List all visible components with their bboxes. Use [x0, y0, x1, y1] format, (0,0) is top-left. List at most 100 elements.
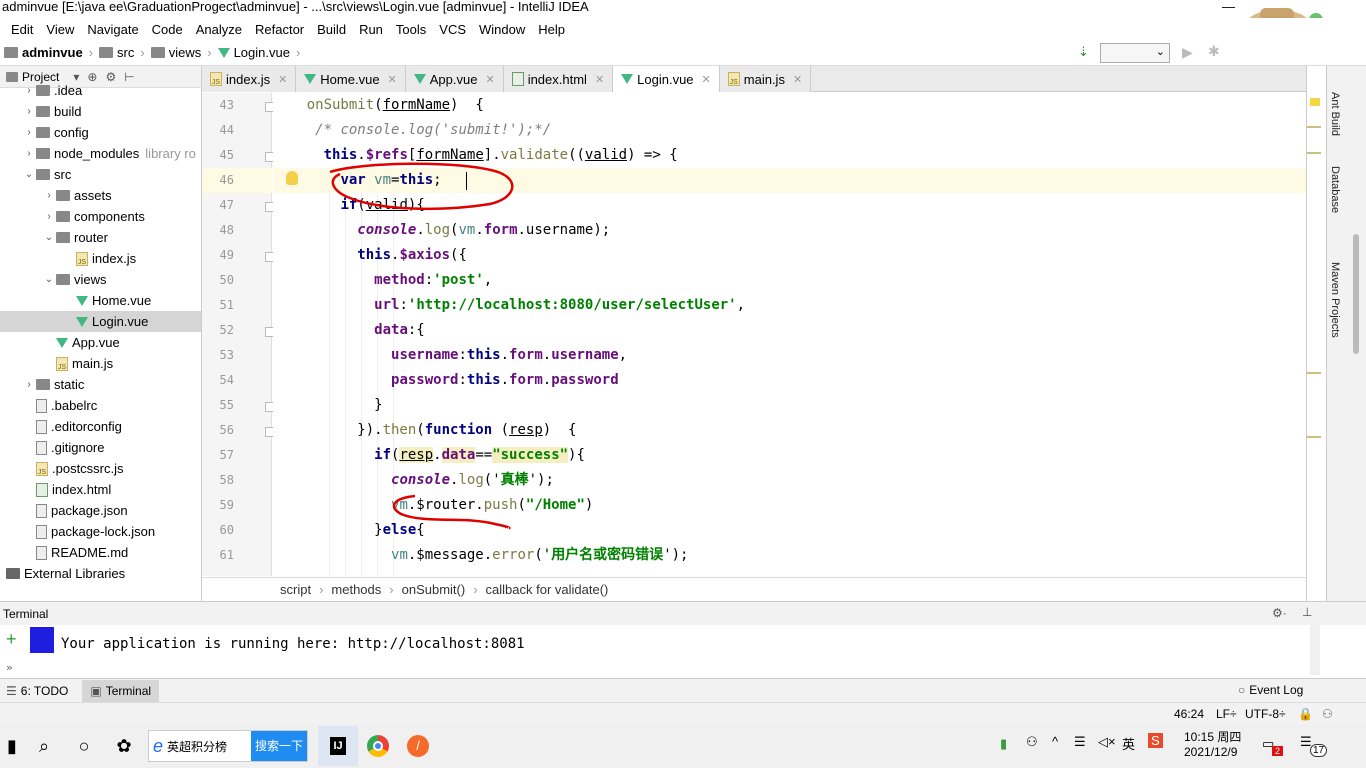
tree-item[interactable]: › assets [0, 185, 201, 206]
maven-projects-tab[interactable]: Maven Projects [1329, 262, 1341, 338]
menu-view[interactable]: View [46, 22, 74, 37]
close-icon[interactable]: ✕ [388, 73, 397, 86]
breadcrumb-item[interactable]: onSubmit() [402, 582, 466, 597]
editor-scroll-strip[interactable] [1306, 66, 1326, 601]
code-line[interactable]: var vm=this; [273, 168, 1306, 193]
tree-item[interactable]: ⌄ src [0, 164, 201, 185]
encoding[interactable]: UTF-8÷ [1245, 707, 1286, 721]
lock-icon[interactable]: 🔒 [1298, 707, 1313, 721]
tree-item[interactable]: JS index.js [0, 248, 201, 269]
lightbulb-icon[interactable] [286, 171, 298, 185]
menu-window[interactable]: Window [479, 22, 525, 37]
tree-item[interactable]: .gitignore [0, 437, 201, 458]
dropdown-icon[interactable]: ▾ [73, 70, 79, 84]
line-separator[interactable]: LF÷ [1216, 707, 1237, 721]
terminal-body[interactable]: + » Your application is running here: ht… [0, 625, 1366, 678]
tree-item[interactable]: package.json [0, 500, 201, 521]
battery-icon[interactable]: ▮ [1000, 736, 1007, 752]
debug-icon[interactable]: ✱ [1208, 43, 1220, 60]
hide-icon[interactable]: ⊢ [124, 70, 134, 84]
menu-build[interactable]: Build [317, 22, 346, 37]
settings-icon[interactable]: ⚙ [105, 70, 116, 84]
tree-item[interactable]: Login.vue [0, 311, 201, 332]
event-log-tab[interactable]: ○ Event Log [1238, 683, 1303, 697]
database-tab[interactable]: Database [1329, 166, 1341, 213]
menu-vcs[interactable]: VCS [439, 22, 466, 37]
menu-tools[interactable]: Tools [396, 22, 426, 37]
hide-icon[interactable]: ⊥ [1302, 605, 1312, 619]
breadcrumb-item[interactable]: script [280, 582, 311, 597]
code-line[interactable]: console.log(vm.form.username); [273, 218, 1306, 243]
breadcrumb-item[interactable]: callback for validate() [486, 582, 609, 597]
tree-item[interactable]: App.vue [0, 332, 201, 353]
todo-tab[interactable]: ☰ 6: TODO [6, 684, 68, 698]
scrollbar[interactable] [1310, 625, 1320, 675]
app-icon[interactable]: ✿ [104, 726, 144, 766]
nav-file[interactable]: Login.vue [234, 45, 290, 60]
menu-help[interactable]: Help [538, 22, 565, 37]
chevron-right-icon[interactable]: › [42, 211, 56, 222]
app-orange-icon[interactable]: / [398, 726, 438, 766]
volume-icon[interactable]: ◁× [1098, 734, 1116, 750]
chevron-right-icon[interactable]: › [22, 379, 36, 390]
close-icon[interactable]: ✕ [595, 73, 604, 86]
tab-index-html[interactable]: index.html ✕ [503, 66, 614, 92]
search-button[interactable]: 搜索一下 [251, 731, 308, 761]
close-icon[interactable]: ✕ [702, 73, 711, 86]
code-line[interactable]: method:'post', [273, 268, 1306, 293]
chevron-right-icon[interactable]: › [22, 106, 36, 117]
start-icon[interactable]: ▮ [0, 726, 24, 766]
code-line[interactable]: }else{ [273, 518, 1306, 543]
project-panel-title[interactable]: Project [22, 70, 59, 84]
gear-icon[interactable]: ⚙· [1272, 606, 1287, 620]
tree-item[interactable]: › components [0, 206, 201, 227]
nav-project[interactable]: adminvue [22, 45, 83, 60]
menu-navigate[interactable]: Navigate [87, 22, 138, 37]
tab-main-js[interactable]: JS main.js ✕ [719, 66, 812, 92]
intellij-icon[interactable]: IJ [318, 726, 359, 766]
close-icon[interactable]: ✕ [485, 73, 494, 86]
code-line[interactable]: } [273, 393, 1306, 418]
run-icon[interactable]: ▶ [1182, 44, 1193, 61]
tree-item[interactable]: ⌄ router [0, 227, 201, 248]
tab-home-vue[interactable]: Home.vue ✕ [296, 66, 406, 92]
menu-edit[interactable]: Edit [11, 22, 33, 37]
people-icon[interactable]: ⚇ [1026, 734, 1038, 750]
tree-item[interactable]: › node_modules library ro [0, 143, 201, 164]
menu-code[interactable]: Code [152, 22, 183, 37]
menu-run[interactable]: Run [359, 22, 383, 37]
search-text[interactable]: 英超积分榜 [167, 738, 251, 755]
chevron-down-icon[interactable]: ⌄ [42, 232, 56, 243]
tree-item[interactable]: .editorconfig [0, 416, 201, 437]
code-line[interactable]: }).then(function (resp) { [273, 418, 1306, 443]
chevron-up-icon[interactable]: ^ [1052, 734, 1058, 749]
cursor-position[interactable]: 46:24 [1174, 707, 1204, 721]
chevron-down-icon[interactable]: ⌄ [42, 274, 56, 285]
code-line[interactable]: password:this.form.password [273, 368, 1306, 393]
tree-item[interactable]: › build [0, 101, 201, 122]
chevron-right-icon[interactable]: › [42, 190, 56, 201]
build-icon[interactable]: ⇣ [1078, 44, 1089, 60]
scrollbar[interactable] [1353, 234, 1359, 354]
chevron-right-icon[interactable]: › [22, 85, 36, 96]
code-line[interactable]: username:this.form.username, [273, 343, 1306, 368]
code-editor[interactable]: onSubmit(formName) { /* console.log('sub… [273, 93, 1306, 576]
network-icon[interactable]: ☰ [1074, 734, 1086, 750]
code-line[interactable]: /* console.log('submit!');*/ [273, 118, 1306, 143]
code-line[interactable]: data:{ [273, 318, 1306, 343]
tree-item[interactable]: Home.vue [0, 290, 201, 311]
code-line[interactable]: this.$axios({ [273, 243, 1306, 268]
tree-item[interactable]: › config [0, 122, 201, 143]
plus-icon[interactable]: + [6, 629, 17, 650]
tab-login-vue[interactable]: Login.vue ✕ [613, 66, 720, 92]
menu-analyze[interactable]: Analyze [196, 22, 242, 37]
breadcrumb-item[interactable]: methods [331, 582, 381, 597]
sogou-icon[interactable]: S [1148, 733, 1163, 748]
code-line[interactable]: if(resp.data=="success"){ [273, 443, 1306, 468]
hector-icon[interactable]: ⚇ [1322, 707, 1333, 721]
clock-date[interactable]: 2021/12/9 [1184, 745, 1237, 759]
tree-item[interactable]: .babelrc [0, 395, 201, 416]
tree-item[interactable]: JS .postcssrc.js [0, 458, 201, 479]
cortana-icon[interactable]: ○ [64, 726, 104, 766]
code-line[interactable]: vm.$router.push("/Home") [273, 493, 1306, 518]
